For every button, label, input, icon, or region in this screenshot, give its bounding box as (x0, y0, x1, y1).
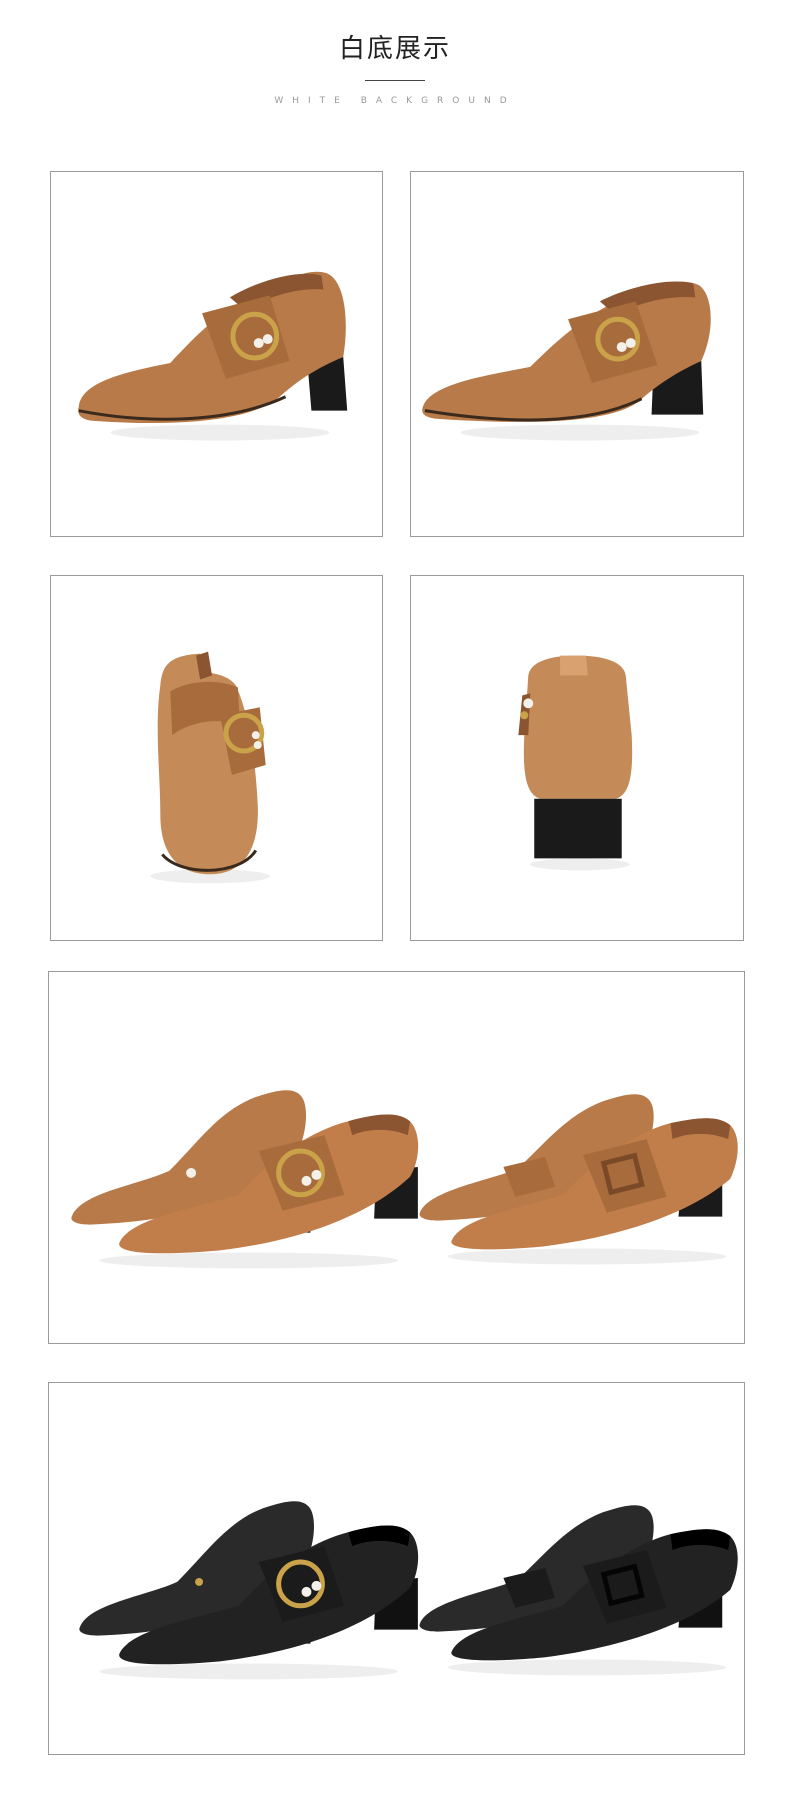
title-divider (365, 80, 425, 81)
product-image-side-1 (50, 171, 383, 537)
page-title: 白底展示 (338, 34, 451, 64)
tan-shoes-pair-image (71, 1090, 738, 1269)
tan-shoe-side-image (78, 271, 348, 441)
product-image-back (410, 575, 744, 941)
product-image-side-2 (410, 171, 744, 537)
tan-shoe-front-image (150, 651, 270, 884)
tan-shoe-side-image-alt (422, 281, 711, 441)
product-image-pair-tan (48, 971, 745, 1344)
page-subtitle: WHITE BACKGROUND (274, 96, 516, 106)
product-image-front (50, 575, 383, 941)
black-shoes-pair-image (79, 1501, 738, 1680)
tan-shoe-back-image (518, 655, 633, 871)
product-image-pair-black (48, 1382, 745, 1755)
